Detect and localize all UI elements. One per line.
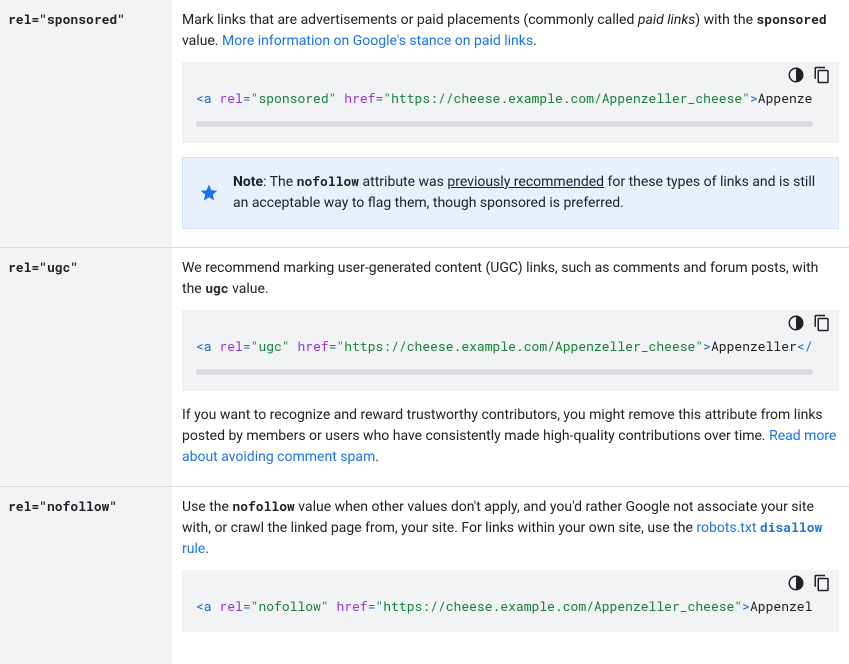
dark-mode-icon[interactable] <box>787 574 805 592</box>
rel-value-description: Use the nofollow value when other values… <box>172 486 849 664</box>
description-text: Mark links that are advertisements or pa… <box>182 10 839 52</box>
code-text: <a rel="ugc" href="https://cheese.exampl… <box>196 336 839 357</box>
rel-value-description: We recommend marking user-generated cont… <box>172 247 849 486</box>
table-row: rel="ugc" We recommend marking user-gener… <box>0 247 849 486</box>
note-text: Note: The nofollow attribute was previou… <box>233 172 822 214</box>
horizontal-scrollbar[interactable] <box>196 121 813 127</box>
code-example: <a rel="ugc" href="https://cheese.exampl… <box>182 310 839 391</box>
rel-value-label: rel="nofollow" <box>0 486 172 664</box>
code-example: <a rel="nofollow" href="https://cheese.e… <box>182 570 839 633</box>
label-code: rel="sponsored" <box>8 10 125 28</box>
rel-values-table: rel="sponsored" Mark links that are adver… <box>0 0 849 664</box>
rel-value-label: rel="sponsored" <box>0 0 172 247</box>
copy-icon[interactable] <box>813 66 831 84</box>
rel-value-description: Mark links that are advertisements or pa… <box>172 0 849 247</box>
table-row: rel="nofollow" Use the nofollow value whe… <box>0 486 849 664</box>
note-callout: Note: The nofollow attribute was previou… <box>182 157 839 229</box>
horizontal-scrollbar[interactable] <box>196 369 813 375</box>
code-text: <a rel="nofollow" href="https://cheese.e… <box>196 596 839 617</box>
star-icon <box>199 172 219 214</box>
description-text: Use the nofollow value when other values… <box>182 497 839 560</box>
rel-value-label: rel="ugc" <box>0 247 172 486</box>
table-row: rel="sponsored" Mark links that are adver… <box>0 0 849 247</box>
note-link[interactable]: previously recommended <box>447 174 604 190</box>
copy-icon[interactable] <box>813 574 831 592</box>
dark-mode-icon[interactable] <box>787 314 805 332</box>
code-example: <a rel="sponsored" href="https://cheese.… <box>182 62 839 143</box>
label-code: rel="ugc" <box>8 258 78 276</box>
dark-mode-icon[interactable] <box>787 66 805 84</box>
inline-link[interactable]: More information on Google's stance on p… <box>222 33 533 49</box>
inline-link[interactable]: Read more about avoiding comment spam <box>182 428 836 465</box>
code-text: <a rel="sponsored" href="https://cheese.… <box>196 88 839 109</box>
inline-link[interactable]: robots.txt disallow rule <box>182 520 822 557</box>
extra-paragraph: If you want to recognize and reward trus… <box>182 405 839 468</box>
label-code: rel="nofollow" <box>8 497 117 515</box>
copy-icon[interactable] <box>813 314 831 332</box>
description-text: We recommend marking user-generated cont… <box>182 258 839 300</box>
